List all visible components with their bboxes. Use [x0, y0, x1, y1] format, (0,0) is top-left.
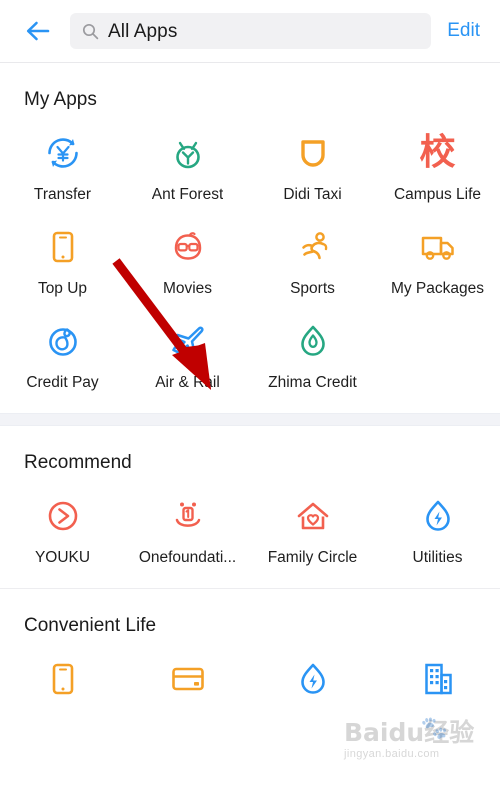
section-title-recommend: Recommend	[24, 452, 132, 474]
app-label: Didi Taxi	[283, 186, 342, 203]
app-label: YOUKU	[34, 549, 91, 567]
campus-life-icon: 校	[416, 131, 460, 175]
app-item-didi-taxi[interactable]: Didi Taxi	[250, 109, 375, 203]
app-item-zhima-credit[interactable]: Zhima Credit	[250, 297, 375, 391]
ant-forest-icon	[166, 131, 210, 175]
section-title-my-apps: My Apps	[24, 89, 97, 110]
app-label: Credit Pay	[26, 374, 99, 392]
app-grid-my-apps: Transfer Ant Forest Didi Taxi 校 Campus L…	[0, 109, 500, 392]
search-input-value: All Apps	[108, 20, 178, 42]
transfer-yen-icon	[41, 131, 85, 175]
onefoundation-icon	[166, 494, 210, 538]
search-icon	[82, 23, 99, 40]
top-up-phone-icon	[41, 225, 85, 269]
back-arrow-icon	[26, 21, 50, 41]
campus-life-glyph: 校	[419, 132, 456, 173]
app-item-credit-card[interactable]	[125, 635, 250, 712]
movies-face-icon	[166, 225, 210, 269]
app-item-top-up[interactable]: Top Up	[0, 203, 125, 297]
app-label: Onefoundati...	[138, 549, 237, 567]
sports-runner-icon	[291, 225, 335, 269]
app-label: Campus Life	[393, 186, 481, 203]
building-icon	[416, 657, 460, 701]
app-item-utilities[interactable]: Utilities	[375, 472, 500, 566]
app-item-my-packages[interactable]: My Packages	[375, 203, 500, 297]
app-label: My Packages	[390, 280, 485, 298]
utilities-drop-icon	[416, 494, 460, 538]
paw-icon: 🐾	[420, 715, 448, 740]
youku-play-icon	[41, 494, 85, 538]
app-label: Air & Rail	[155, 374, 220, 392]
airplane-icon	[166, 319, 210, 363]
watermark-main: Baidu经验	[344, 718, 475, 747]
zhima-credit-icon	[291, 319, 335, 363]
mobile-phone-icon	[41, 657, 85, 701]
edit-button[interactable]: Edit	[445, 16, 482, 46]
app-label: Zhima Credit	[268, 374, 357, 392]
app-screen: All Apps Edit My Apps Transfer Ant Fores…	[0, 0, 500, 802]
app-item-credit-pay[interactable]: Credit Pay	[0, 297, 125, 391]
app-item-onefoundation[interactable]: Onefoundati...	[125, 472, 250, 566]
section-title-convenient-life: Convenient Life	[24, 615, 157, 637]
app-item-property-fee[interactable]	[375, 635, 500, 712]
credit-pay-icon	[41, 319, 85, 363]
app-label: Sports	[290, 280, 335, 298]
family-house-icon	[291, 494, 335, 538]
watermark-sub: jingyan.baidu.com	[344, 748, 440, 760]
section-my-apps: My Apps Transfer Ant Forest Didi Taxi 校 …	[0, 63, 500, 414]
app-item-family-circle[interactable]: Family Circle	[250, 472, 375, 566]
didi-taxi-icon	[291, 131, 335, 175]
package-truck-icon	[416, 225, 460, 269]
app-item-youku[interactable]: YOUKU	[0, 472, 125, 566]
section-convenient-life: Convenient Life	[0, 589, 500, 713]
watermark: 🐾 Baidu经验 jingyan.baidu.com	[344, 715, 494, 776]
top-bar: All Apps Edit	[0, 0, 500, 63]
app-label: Movies	[162, 280, 213, 298]
app-item-utilities-payment[interactable]	[250, 635, 375, 712]
app-label: Utilities	[412, 549, 463, 567]
app-item-ant-forest[interactable]: Ant Forest	[125, 109, 250, 203]
section-divider-band	[0, 413, 500, 427]
app-item-mobile-recharge[interactable]	[0, 635, 125, 712]
water-drop-icon	[291, 657, 335, 701]
app-item-air-rail[interactable]: Air & Rail	[125, 297, 250, 391]
app-label: Family Circle	[267, 549, 358, 567]
section-bottom-padding	[0, 391, 500, 413]
app-label: Ant Forest	[151, 186, 224, 203]
app-label: Top Up	[37, 280, 88, 298]
app-item-campus-life[interactable]: 校 Campus Life	[375, 109, 500, 204]
back-button[interactable]	[18, 11, 58, 51]
section-recommend: Recommend YOUKU Onefoundati... Family Ci…	[0, 426, 500, 589]
app-item-sports[interactable]: Sports	[250, 203, 375, 297]
app-label: Transfer	[33, 186, 92, 203]
section-bottom-padding	[0, 566, 500, 588]
search-input[interactable]: All Apps	[70, 13, 432, 49]
credit-card-icon	[166, 657, 210, 701]
app-item-movies[interactable]: Movies	[125, 203, 250, 297]
app-grid-recommend: YOUKU Onefoundati... Family Circle Utili…	[0, 472, 500, 566]
app-grid-convenient-life	[0, 635, 500, 712]
app-item-transfer[interactable]: Transfer	[0, 109, 125, 203]
